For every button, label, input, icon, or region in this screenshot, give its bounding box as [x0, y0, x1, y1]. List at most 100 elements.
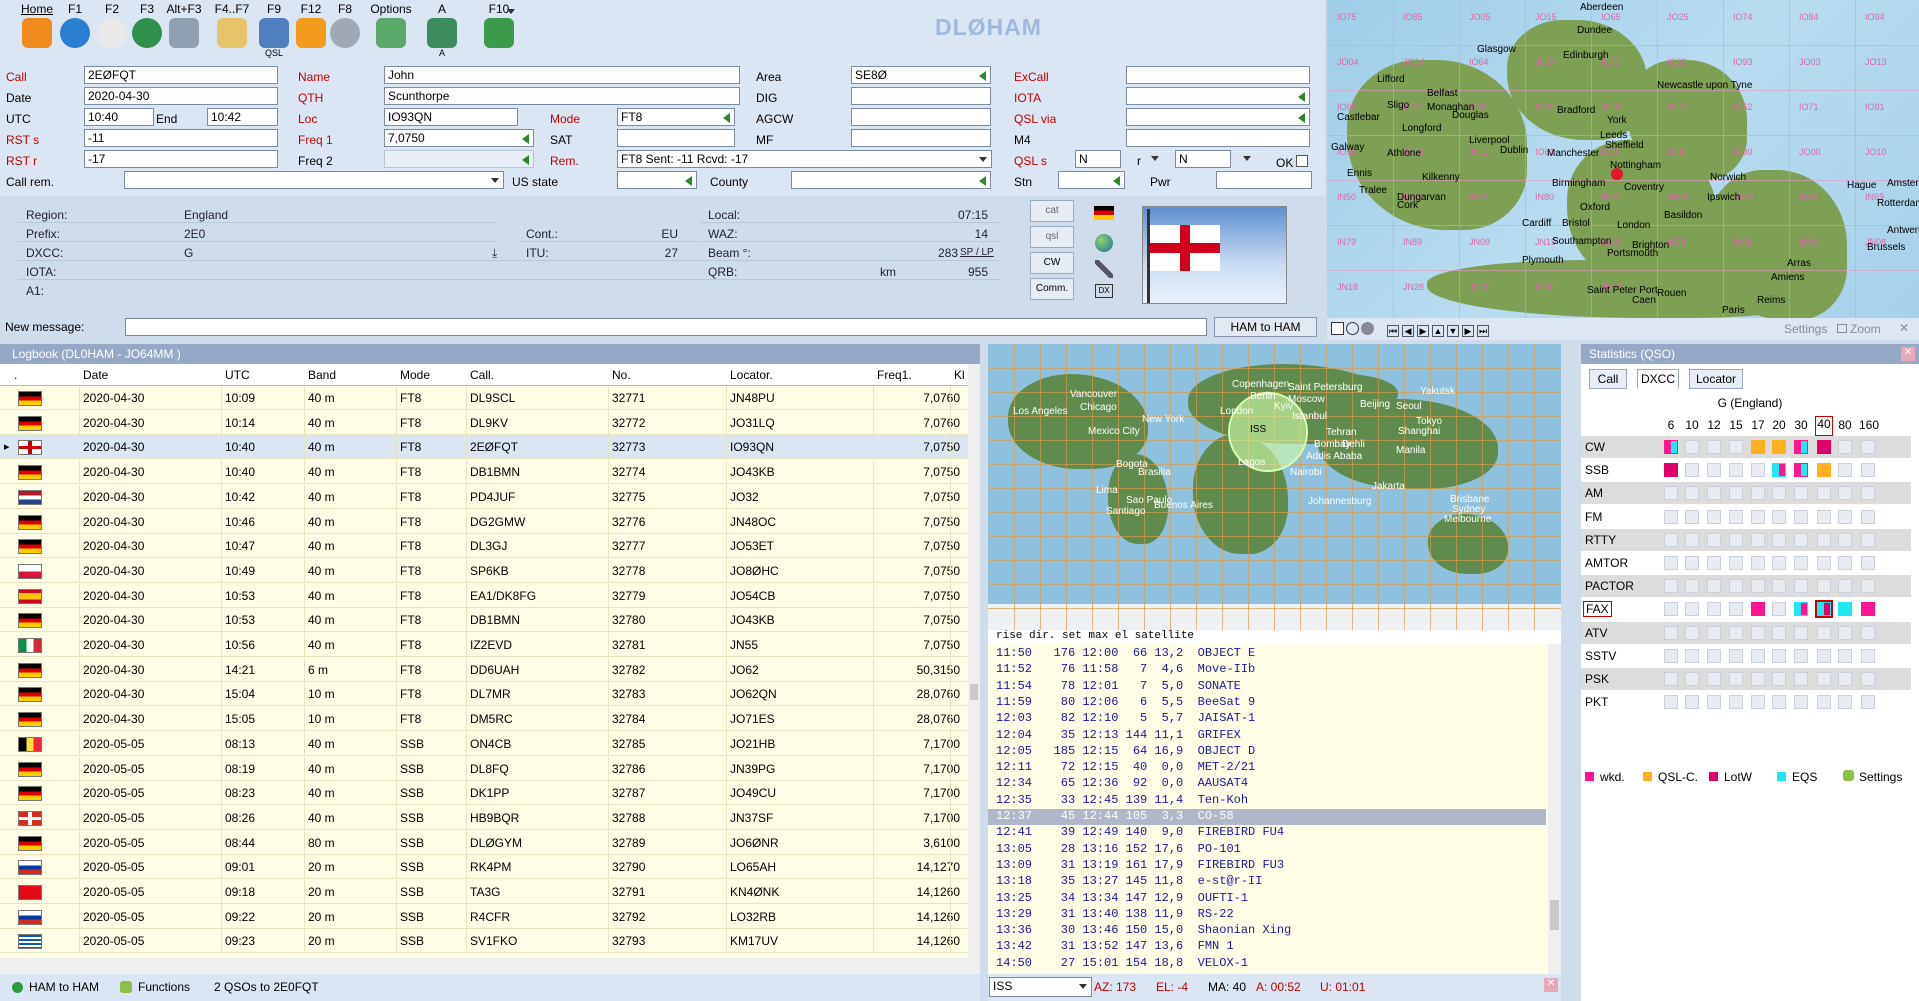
column-header[interactable]: UTC: [225, 368, 250, 382]
band-mode-cell[interactable]: [1729, 648, 1743, 663]
table-row[interactable]: 2020-04-30 10:47 40 m FT8 DL3GJ 32777 JO53ET 7,…: [0, 534, 968, 559]
new-message-input[interactable]: [125, 318, 1207, 336]
table-row[interactable]: 2020-04-30 10:49 40 m FT8 SP6KB 32778 JO8ØHC 7,…: [0, 558, 968, 583]
scroll-thumb[interactable]: [1550, 900, 1559, 930]
ham-to-ham-button[interactable]: HAM to HAM: [1214, 317, 1317, 337]
band-mode-cell[interactable]: [1685, 695, 1699, 710]
map-nav-icon[interactable]: ▲: [1432, 325, 1444, 337]
band-mode-cell[interactable]: [1729, 532, 1743, 547]
band-mode-cell[interactable]: [1664, 556, 1678, 570]
map-pan-icons[interactable]: ⏮ ◀ ▶ ▲ ▼ ▶ ⏭: [1387, 323, 1517, 337]
mode-label[interactable]: CW: [1585, 440, 1605, 454]
table-row[interactable]: 2020-04-30 10:09 40 m FT8 DL9SCL 32771 JN48PU 7…: [0, 386, 968, 410]
stats-close-icon[interactable]: ✕: [1901, 347, 1915, 361]
band-mode-cell[interactable]: [1664, 672, 1678, 686]
mode-label[interactable]: FM: [1585, 510, 1602, 524]
map-settings-button[interactable]: Settings: [1784, 322, 1827, 336]
column-header[interactable]: Call.: [470, 368, 494, 382]
band-mode-cell[interactable]: [1685, 625, 1699, 640]
column-header[interactable]: Freq1.: [877, 368, 912, 382]
status-ham-to-ham[interactable]: HAM to HAM: [29, 980, 99, 994]
satellite-row[interactable]: 13:36 30 13:46 150 15,0 Shaonian Xing: [988, 923, 1546, 939]
map-zoom-button[interactable]: Zoom: [1837, 322, 1881, 336]
band-mode-cell[interactable]: [1838, 463, 1852, 478]
area-field[interactable]: SE8Ø: [851, 66, 991, 84]
band-header[interactable]: 30: [1792, 418, 1810, 432]
band-mode-cell[interactable]: [1772, 532, 1786, 547]
band-mode-cell[interactable]: [1861, 579, 1875, 594]
toolbar-font-button[interactable]: AA: [419, 2, 465, 58]
power-field[interactable]: [1216, 171, 1312, 189]
column-header[interactable]: No.: [612, 368, 631, 382]
band-mode-cell[interactable]: [1794, 463, 1808, 478]
satellite-row[interactable]: 12:11 72 12:15 40 0,0 MET-2/21: [988, 760, 1546, 776]
band-mode-cell[interactable]: [1685, 486, 1699, 501]
band-mode-cell[interactable]: [1817, 695, 1831, 710]
satellite-icon[interactable]: [1095, 260, 1113, 278]
satellite-row[interactable]: 11:59 80 12:06 6 5,5 BeeSat 9: [988, 695, 1546, 711]
band-mode-cell[interactable]: [1751, 648, 1765, 663]
satellite-row[interactable]: 11:52 76 11:58 7 4,6 Move-IIb: [988, 662, 1546, 678]
map-nav-icon[interactable]: ▶: [1462, 325, 1474, 337]
band-mode-cell[interactable]: [1817, 579, 1831, 594]
band-mode-cell[interactable]: [1751, 602, 1765, 617]
band-mode-cell[interactable]: [1729, 579, 1743, 594]
band-mode-cell[interactable]: [1664, 509, 1678, 524]
band-mode-cell[interactable]: [1817, 556, 1831, 570]
qsl-sent-dropdown-icon[interactable]: [1151, 156, 1159, 161]
column-header[interactable]: Date: [83, 368, 108, 382]
ok-checkbox[interactable]: [1296, 155, 1308, 167]
band-mode-cell[interactable]: [1838, 556, 1852, 570]
scroll-thumb[interactable]: [970, 684, 978, 700]
band-mode-cell[interactable]: [1729, 556, 1743, 570]
column-header[interactable]: Locator.: [730, 368, 773, 382]
mf-field[interactable]: [851, 129, 991, 147]
satellite-row[interactable]: 14:50 27 15:01 154 18,8 VELOX-1: [988, 956, 1546, 972]
band-mode-cell[interactable]: [1838, 602, 1852, 617]
band-header[interactable]: 160: [1859, 418, 1879, 432]
band-mode-cell[interactable]: [1772, 695, 1786, 710]
iota-field[interactable]: [1126, 87, 1310, 105]
map-nav-icon[interactable]: ▼: [1447, 325, 1459, 337]
satellite-row[interactable]: 11:50 176 12:00 66 13,2 OBJECT E: [988, 646, 1546, 662]
band-mode-cell[interactable]: [1707, 602, 1721, 617]
band-mode-cell[interactable]: [1751, 695, 1765, 710]
band-mode-cell[interactable]: [1751, 579, 1765, 594]
map-close-icon[interactable]: ✕: [1899, 321, 1909, 335]
band-mode-cell[interactable]: [1729, 695, 1743, 710]
band-mode-cell[interactable]: [1817, 672, 1831, 686]
toolbar-notepad-button[interactable]: F4..F7: [209, 2, 255, 48]
band-mode-cell[interactable]: [1772, 440, 1786, 454]
band-mode-cell[interactable]: [1707, 648, 1721, 663]
zoom-out-icon[interactable]: [1346, 322, 1359, 335]
table-row[interactable]: 2020-04-30 14:21 6 m FT8 DD6UAH 32782 JO62 50,3…: [0, 657, 968, 682]
column-header[interactable]: .: [14, 368, 17, 382]
band-mode-cell[interactable]: [1794, 532, 1808, 547]
mode-label[interactable]: SSB: [1585, 463, 1609, 477]
band-mode-cell[interactable]: [1685, 509, 1699, 524]
band-mode-cell[interactable]: [1861, 509, 1875, 524]
band-mode-cell[interactable]: [1838, 625, 1852, 640]
band-mode-cell[interactable]: [1707, 463, 1721, 478]
qsl-rcvd-field[interactable]: N: [1175, 150, 1231, 168]
band-mode-cell[interactable]: [1685, 532, 1699, 547]
freq2-field[interactable]: [384, 150, 534, 168]
toolbar-satellite-button[interactable]: Alt+F3: [161, 2, 207, 48]
band-mode-cell[interactable]: [1772, 672, 1786, 686]
table-row[interactable]: 2020-04-30 10:40 40 m FT8 DB1BMN 32774 JO43KB 7…: [0, 460, 968, 485]
band-mode-cell[interactable]: [1751, 625, 1765, 640]
satellite-select[interactable]: ISS: [989, 977, 1092, 997]
satellite-row[interactable]: 12:34 65 12:36 92 0,0 AAUSAT4: [988, 776, 1546, 792]
band-mode-cell[interactable]: [1751, 463, 1765, 478]
band-mode-cell[interactable]: [1772, 625, 1786, 640]
column-header[interactable]: Mode: [400, 368, 430, 382]
band-mode-cell[interactable]: [1685, 648, 1699, 663]
rst-rcvd-field[interactable]: -17: [84, 150, 278, 168]
table-row[interactable]: 2020-04-30 15:05 10 m FT8 DM5RC 32784 JO71ES 28…: [0, 707, 968, 732]
excall-field[interactable]: [1126, 66, 1310, 84]
mode-label[interactable]: PSK: [1585, 672, 1609, 686]
band-mode-cell[interactable]: [1794, 602, 1808, 617]
band-mode-cell[interactable]: [1751, 440, 1765, 454]
band-mode-cell[interactable]: [1707, 556, 1721, 570]
band-mode-cell[interactable]: [1772, 648, 1786, 663]
